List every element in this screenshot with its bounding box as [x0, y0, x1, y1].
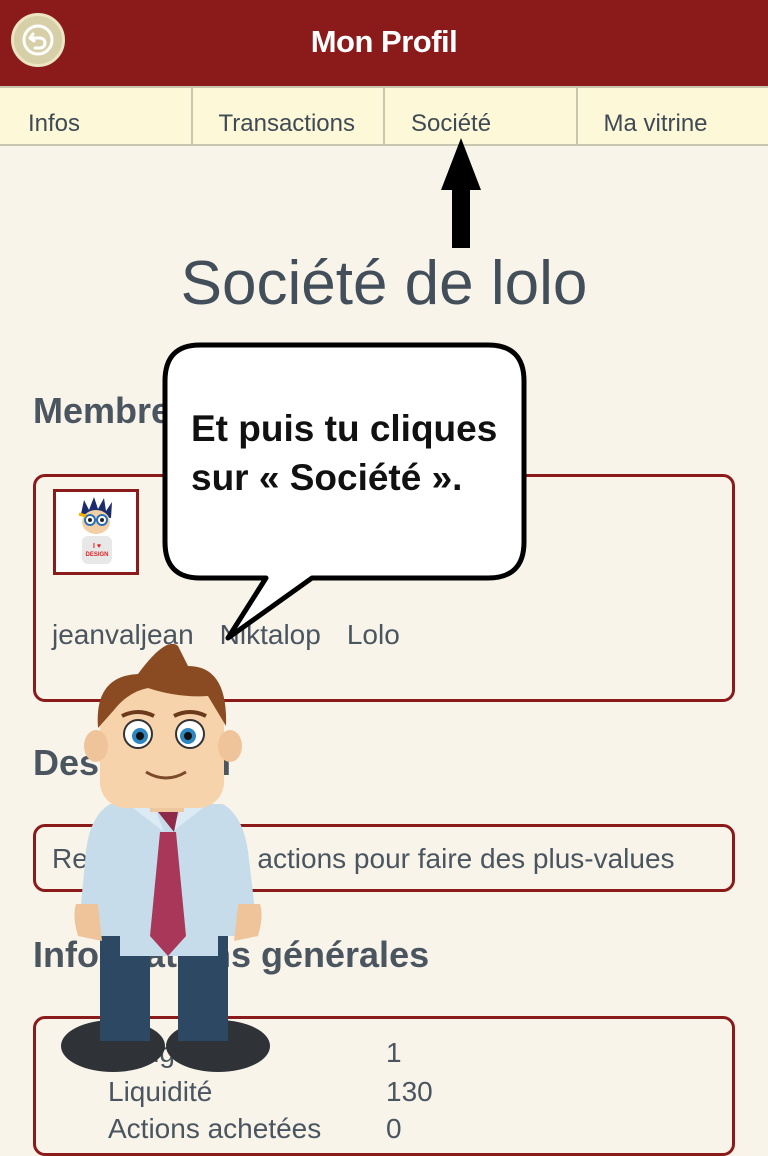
info-label: Liquidité [108, 1076, 212, 1107]
tab-label: Transactions [219, 110, 384, 138]
info-row-liquidite: Liquidité 130 [108, 1076, 708, 1108]
page-title: Mon Profil [0, 24, 768, 60]
mascot-character [58, 636, 278, 1076]
info-value: 1 [386, 1037, 402, 1069]
tab-label: Ma vitrine [604, 110, 768, 138]
tab-infos[interactable]: Infos [0, 88, 193, 144]
info-value: 130 [386, 1076, 433, 1108]
member-avatar-image: I ♥ DESIGN [56, 492, 136, 572]
tab-label: Société [411, 110, 576, 138]
tab-bar: Infos Transactions Société Ma vitrine [0, 86, 768, 146]
up-arrow-icon [441, 138, 481, 250]
svg-text:I ♥: I ♥ [93, 543, 101, 550]
info-label: Actions achetées [108, 1113, 321, 1144]
app-header: Mon Profil [0, 0, 768, 86]
tutorial-line: sur « Société ». [191, 453, 521, 502]
company-title: Société de lolo [0, 248, 768, 319]
tutorial-line: Et puis tu cliques [191, 404, 521, 453]
tab-transactions[interactable]: Transactions [193, 88, 386, 144]
member-avatar[interactable]: I ♥ DESIGN [53, 489, 139, 575]
tutorial-message: Et puis tu cliques sur « Société ». [191, 404, 521, 502]
tab-ma-vitrine[interactable]: Ma vitrine [578, 88, 768, 144]
tab-label: Infos [28, 110, 191, 138]
tab-societe[interactable]: Société [385, 88, 578, 144]
info-row-actions: Actions achetées 0 [108, 1113, 708, 1145]
info-value: 0 [386, 1113, 402, 1145]
svg-text:DESIGN: DESIGN [85, 552, 108, 558]
